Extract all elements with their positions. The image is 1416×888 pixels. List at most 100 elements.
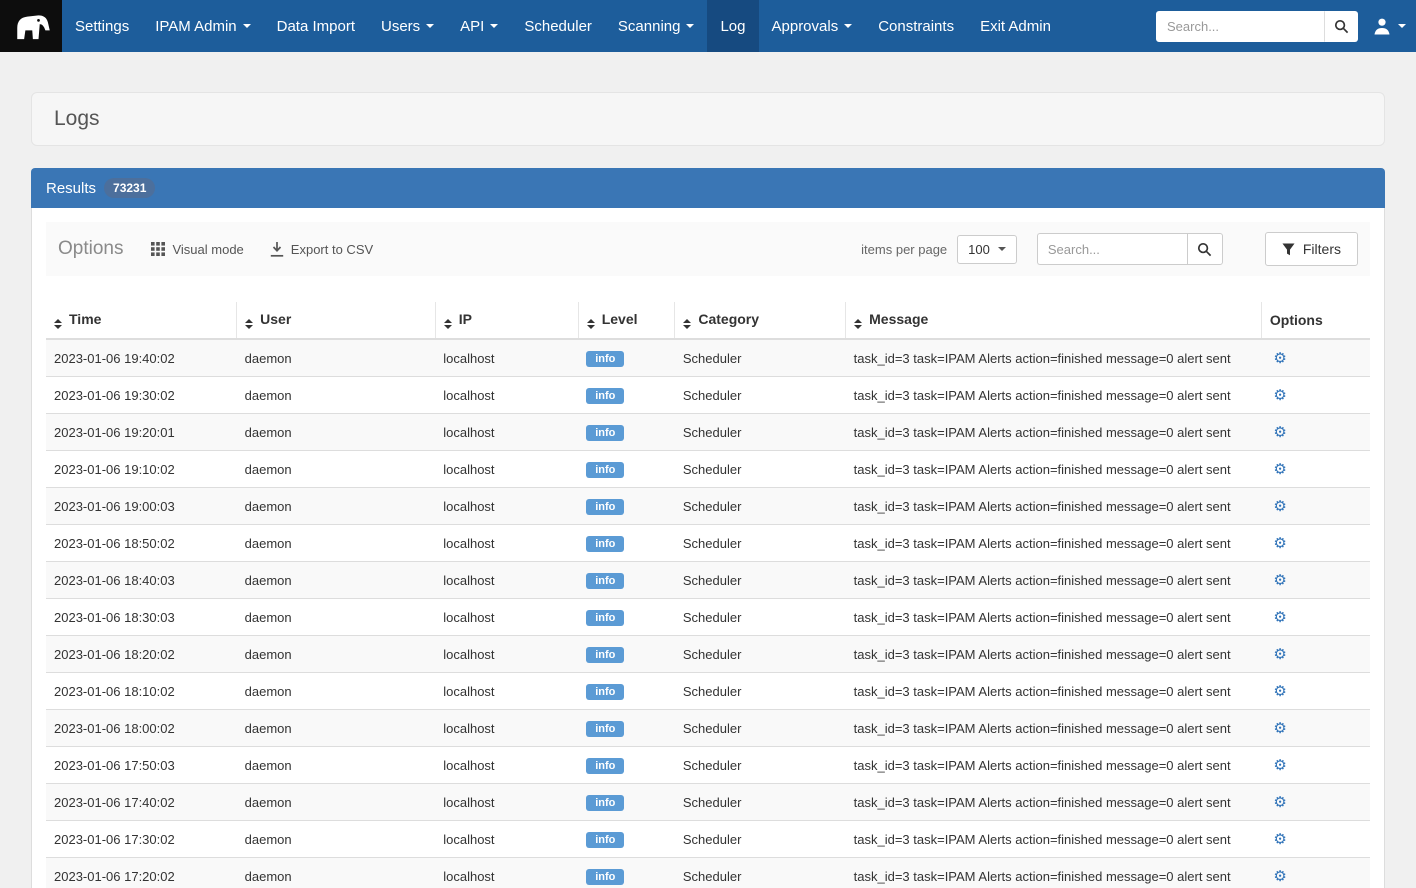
- gear-icon[interactable]: ⚙: [1269, 757, 1286, 774]
- nav-item-label: Data Import: [277, 18, 355, 35]
- level-badge: info: [586, 832, 624, 848]
- options-title: Options: [58, 238, 123, 260]
- level-badge: info: [586, 573, 624, 589]
- table-row: 2023-01-06 18:40:03 daemon localhost inf…: [46, 562, 1370, 599]
- gear-icon[interactable]: ⚙: [1269, 535, 1286, 552]
- nav-item-scanning[interactable]: Scanning: [605, 0, 708, 52]
- items-per-page-select[interactable]: 100: [957, 235, 1017, 264]
- cell-options: ⚙: [1261, 673, 1370, 710]
- nav-item-users[interactable]: Users: [368, 0, 447, 52]
- search-icon: [1334, 19, 1349, 34]
- table-row: 2023-01-06 17:30:02 daemon localhost inf…: [46, 821, 1370, 858]
- visual-mode-button[interactable]: Visual mode: [151, 242, 243, 257]
- gear-icon[interactable]: ⚙: [1269, 868, 1286, 885]
- nav-item-exit-admin[interactable]: Exit Admin: [967, 0, 1064, 52]
- chevron-down-icon: [844, 24, 852, 28]
- column-header-time[interactable]: Time: [46, 302, 237, 339]
- export-csv-button[interactable]: Export to CSV: [270, 242, 373, 257]
- nav-item-data-import[interactable]: Data Import: [264, 0, 368, 52]
- gear-icon[interactable]: ⚙: [1269, 794, 1286, 811]
- elephant-logo-icon: [11, 9, 51, 43]
- cell-time: 2023-01-06 19:20:01: [46, 414, 237, 451]
- filters-label: Filters: [1303, 241, 1341, 257]
- gear-icon[interactable]: ⚙: [1269, 461, 1286, 478]
- gear-icon[interactable]: ⚙: [1269, 350, 1286, 367]
- cell-user: daemon: [237, 784, 436, 821]
- cell-level: info: [578, 858, 675, 888]
- gear-icon[interactable]: ⚙: [1269, 498, 1286, 515]
- sort-icon: [587, 319, 595, 329]
- cell-options: ⚙: [1261, 488, 1370, 525]
- nav-item-label: Scheduler: [524, 18, 592, 35]
- cell-user: daemon: [237, 525, 436, 562]
- nav-item-ipam-admin[interactable]: IPAM Admin: [142, 0, 263, 52]
- cell-category: Scheduler: [675, 858, 846, 888]
- gear-icon[interactable]: ⚙: [1269, 387, 1286, 404]
- cell-level: info: [578, 784, 675, 821]
- table-body: 2023-01-06 19:40:02 daemon localhost inf…: [46, 339, 1370, 888]
- gear-icon[interactable]: ⚙: [1269, 683, 1286, 700]
- level-badge: info: [586, 647, 624, 663]
- gear-icon[interactable]: ⚙: [1269, 572, 1286, 589]
- column-header-label: Options: [1270, 312, 1323, 328]
- results-panel: Results 73231 Options Visual mode Expo: [31, 168, 1385, 888]
- user-menu-button[interactable]: [1372, 16, 1406, 36]
- cell-options: ⚙: [1261, 821, 1370, 858]
- nav-item-constraints[interactable]: Constraints: [865, 0, 967, 52]
- cell-category: Scheduler: [675, 710, 846, 747]
- cell-user: daemon: [237, 562, 436, 599]
- cell-category: Scheduler: [675, 636, 846, 673]
- nav-item-approvals[interactable]: Approvals: [759, 0, 866, 52]
- column-header-label: Level: [602, 311, 638, 327]
- navbar-search-input[interactable]: [1156, 11, 1324, 42]
- table-row: 2023-01-06 19:40:02 daemon localhost inf…: [46, 339, 1370, 377]
- navbar-search-button[interactable]: [1324, 11, 1358, 42]
- gear-icon[interactable]: ⚙: [1269, 609, 1286, 626]
- column-header-category[interactable]: Category: [675, 302, 846, 339]
- column-header-level[interactable]: Level: [578, 302, 675, 339]
- table-search-input[interactable]: [1037, 233, 1187, 265]
- sort-icon: [444, 319, 452, 329]
- nav-item-label: IPAM Admin: [155, 18, 236, 35]
- column-header-label: Time: [69, 311, 101, 327]
- cell-level: info: [578, 747, 675, 784]
- download-icon: [270, 242, 284, 257]
- cell-level: info: [578, 710, 675, 747]
- cell-level: info: [578, 636, 675, 673]
- cell-user: daemon: [237, 339, 436, 377]
- chevron-down-icon: [490, 24, 498, 28]
- cell-ip: localhost: [435, 821, 578, 858]
- level-badge: info: [586, 462, 624, 478]
- cell-time: 2023-01-06 18:50:02: [46, 525, 237, 562]
- nav-item-log[interactable]: Log: [707, 0, 758, 52]
- gear-icon[interactable]: ⚙: [1269, 720, 1286, 737]
- cell-category: Scheduler: [675, 525, 846, 562]
- cell-time: 2023-01-06 19:40:02: [46, 339, 237, 377]
- gear-icon[interactable]: ⚙: [1269, 831, 1286, 848]
- cell-category: Scheduler: [675, 784, 846, 821]
- nav-item-api[interactable]: API: [447, 0, 511, 52]
- chevron-down-icon: [998, 247, 1006, 251]
- column-header-user[interactable]: User: [237, 302, 436, 339]
- cell-message: task_id=3 task=IPAM Alerts action=finish…: [846, 673, 1262, 710]
- nav-item-label: API: [460, 18, 484, 35]
- nav-item-settings[interactable]: Settings: [62, 0, 142, 52]
- table-row: 2023-01-06 19:20:01 daemon localhost inf…: [46, 414, 1370, 451]
- logo[interactable]: [0, 0, 62, 52]
- level-badge: info: [586, 721, 624, 737]
- chevron-down-icon: [1398, 24, 1406, 28]
- cell-ip: localhost: [435, 451, 578, 488]
- cell-user: daemon: [237, 821, 436, 858]
- cell-category: Scheduler: [675, 339, 846, 377]
- filters-button[interactable]: Filters: [1265, 232, 1358, 266]
- cell-time: 2023-01-06 19:00:03: [46, 488, 237, 525]
- column-header-message[interactable]: Message: [846, 302, 1262, 339]
- nav-item-scheduler[interactable]: Scheduler: [511, 0, 605, 52]
- cell-options: ⚙: [1261, 451, 1370, 488]
- user-icon: [1372, 16, 1392, 36]
- gear-icon[interactable]: ⚙: [1269, 646, 1286, 663]
- column-header-ip[interactable]: IP: [435, 302, 578, 339]
- table-search-button[interactable]: [1187, 233, 1223, 265]
- cell-message: task_id=3 task=IPAM Alerts action=finish…: [846, 488, 1262, 525]
- gear-icon[interactable]: ⚙: [1269, 424, 1286, 441]
